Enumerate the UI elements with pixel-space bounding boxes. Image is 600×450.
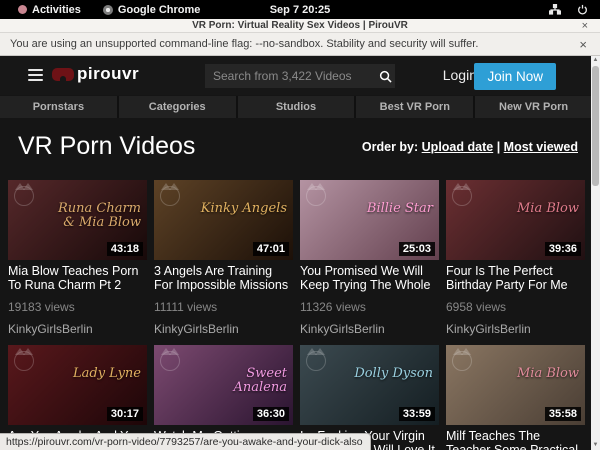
thumb-overlay-name: Mia Blow (517, 202, 579, 216)
nav-item-categories[interactable]: Categories (119, 96, 236, 118)
main-nav: Pornstars Categories Studios Best VR Por… (0, 96, 592, 118)
activities-button[interactable]: Activities (10, 4, 89, 16)
video-thumbnail[interactable]: Mia Blow 35:58 (446, 345, 585, 425)
power-icon[interactable] (577, 4, 588, 15)
duration-badge: 33:59 (399, 407, 435, 421)
studio-watermark-icon (306, 186, 326, 206)
sandbox-warning-infobar: You are using an unsupported command-lin… (0, 33, 600, 56)
login-link[interactable]: Login (443, 67, 477, 83)
studio-watermark-icon (452, 186, 472, 206)
window-title: VR Porn: Virtual Reality Sex Videos | Pi… (0, 20, 600, 31)
studio-watermark-icon (160, 351, 180, 371)
scrollbar[interactable]: ▲ ▼ (591, 56, 600, 450)
logo-text: pirouvr (77, 64, 139, 84)
join-now-button[interactable]: Join Now (474, 63, 556, 90)
scroll-up-icon[interactable]: ▲ (591, 56, 600, 65)
video-card[interactable]: Mia Blow 39:36 Four Is The Perfect Birth… (446, 180, 585, 336)
thumb-overlay-name: Sweet Analena (197, 367, 287, 395)
order-separator: | (497, 140, 501, 154)
status-url: https://pirouvr.com/vr-porn-video/779325… (0, 433, 371, 450)
nav-item-pornstars[interactable]: Pornstars (0, 96, 117, 118)
video-title-link[interactable]: Four Is The Perfect Birthday Party For M… (446, 264, 585, 292)
thumb-overlay-name: Lady Lyne (73, 367, 141, 381)
video-thumbnail[interactable]: Billie Star 25:03 (300, 180, 439, 260)
video-thumbnail[interactable]: Lady Lyne 30:17 (8, 345, 147, 425)
page-title: VR Porn Videos (18, 132, 195, 161)
order-upload-date-link[interactable]: Upload date (422, 140, 494, 154)
video-card[interactable]: Billie Star 25:03 You Promised We Will K… (300, 180, 439, 336)
video-card[interactable]: Kinky Angels 47:01 3 Angels Are Training… (154, 180, 293, 336)
video-views: 11326 views (300, 300, 439, 314)
window-close-icon[interactable]: × (582, 19, 588, 33)
window-title-bar: VR Porn: Virtual Reality Sex Videos | Pi… (0, 19, 600, 33)
duration-badge: 35:58 (545, 407, 581, 421)
vr-goggles-icon (52, 68, 74, 81)
search-input[interactable] (205, 69, 376, 83)
thumb-overlay-name: Runa Charm & Mia Blow (51, 202, 141, 230)
search-icon[interactable] (376, 64, 395, 88)
network-icon[interactable] (549, 4, 561, 15)
studio-watermark-icon (306, 351, 326, 371)
video-title-link[interactable]: Milf Teaches The Teacher Some Practical … (446, 429, 585, 450)
video-thumbnail[interactable]: Dolly Dyson 33:59 (300, 345, 439, 425)
video-card[interactable]: Runa Charm & Mia Blow 43:18 Mia Blow Tea… (8, 180, 147, 336)
video-views: 11111 views (154, 300, 293, 314)
video-title-link[interactable]: 3 Angels Are Training For Impossible Mis… (154, 264, 293, 292)
duration-badge: 39:36 (545, 242, 581, 256)
order-most-viewed-link[interactable]: Most viewed (504, 140, 578, 154)
studio-watermark-icon (452, 351, 472, 371)
duration-badge: 43:18 (107, 242, 143, 256)
studio-link[interactable]: KinkyGirlsBerlin (300, 322, 439, 336)
video-title-link[interactable]: Mia Blow Teaches Porn To Runa Charm Pt 2 (8, 264, 147, 292)
nav-item-new-vr-porn[interactable]: New VR Porn (475, 96, 592, 118)
chrome-icon (103, 5, 113, 15)
warning-message: You are using an unsupported command-lin… (10, 38, 478, 50)
thumb-overlay-name: Kinky Angels (201, 202, 287, 216)
app-menu-label: Google Chrome (118, 4, 201, 16)
studio-watermark-icon (14, 351, 34, 371)
activities-icon (18, 5, 27, 14)
thumb-overlay-name: Dolly Dyson (354, 367, 433, 381)
video-thumbnail[interactable]: Mia Blow 39:36 (446, 180, 585, 260)
search-bar (205, 64, 395, 88)
studio-watermark-icon (14, 186, 34, 206)
nav-item-studios[interactable]: Studios (238, 96, 355, 118)
duration-badge: 47:01 (253, 242, 289, 256)
app-menu-button[interactable]: Google Chrome (95, 4, 209, 16)
video-views: 6958 views (446, 300, 585, 314)
scroll-down-icon[interactable]: ▼ (591, 441, 600, 450)
video-thumbnail[interactable]: Sweet Analena 36:30 (154, 345, 293, 425)
duration-badge: 30:17 (107, 407, 143, 421)
video-grid: Runa Charm & Mia Blow 43:18 Mia Blow Tea… (8, 180, 585, 450)
scrollbar-thumb[interactable] (592, 66, 599, 186)
infobar-close-icon[interactable]: × (579, 37, 587, 52)
video-thumbnail[interactable]: Kinky Angels 47:01 (154, 180, 293, 260)
activities-label: Activities (32, 4, 81, 16)
thumb-overlay-name: Billie Star (367, 202, 433, 216)
site-logo[interactable]: pirouvr (52, 64, 139, 84)
menu-icon[interactable] (28, 69, 43, 81)
thumb-overlay-name: Mia Blow (517, 367, 579, 381)
page-content: VR Porn Videos Order by: Upload date | M… (0, 118, 600, 450)
desktop-top-bar: Activities Google Chrome Sep 7 20:25 (0, 0, 600, 19)
video-views: 19183 views (8, 300, 147, 314)
studio-link[interactable]: KinkyGirlsBerlin (154, 322, 293, 336)
nav-item-best-vr-porn[interactable]: Best VR Porn (356, 96, 473, 118)
order-by: Order by: Upload date | Most viewed (362, 140, 578, 154)
duration-badge: 25:03 (399, 242, 435, 256)
video-thumbnail[interactable]: Runa Charm & Mia Blow 43:18 (8, 180, 147, 260)
site-header: pirouvr Login Join Now (0, 56, 600, 95)
order-by-label: Order by: (362, 140, 418, 154)
video-card[interactable]: Mia Blow 35:58 Milf Teaches The Teacher … (446, 345, 585, 450)
video-title-link[interactable]: You Promised We Will Keep Trying The Who… (300, 264, 439, 292)
studio-link[interactable]: KinkyGirlsBerlin (8, 322, 147, 336)
studio-watermark-icon (160, 186, 180, 206)
studio-link[interactable]: KinkyGirlsBerlin (446, 322, 585, 336)
duration-badge: 36:30 (253, 407, 289, 421)
